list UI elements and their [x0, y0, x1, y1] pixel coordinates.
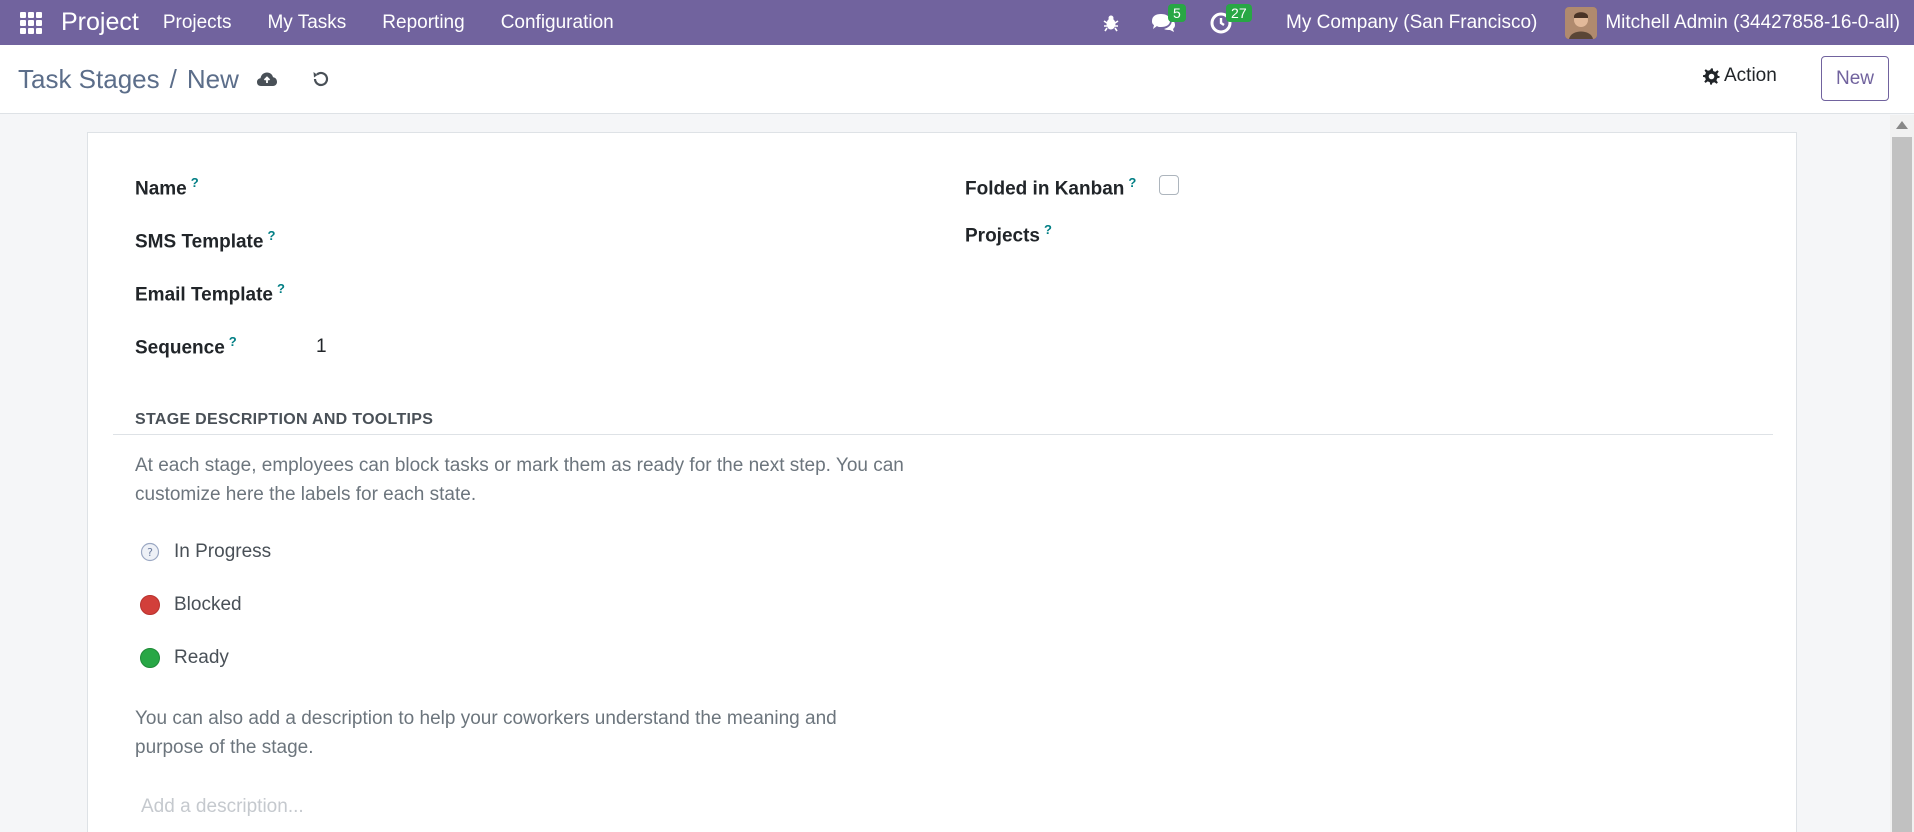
question-circle-icon: ? [140, 542, 160, 562]
green-status-dot-icon [140, 648, 160, 668]
vertical-scrollbar[interactable] [1890, 115, 1914, 832]
gear-icon [1703, 67, 1720, 85]
name-help-icon[interactable]: ? [191, 175, 199, 190]
top-navbar: Project Projects My Tasks Reporting Conf… [0, 0, 1914, 45]
activities-clock-icon[interactable]: 27 [1208, 3, 1252, 36]
red-status-dot-icon [140, 595, 160, 615]
user-menu[interactable]: Mitchell Admin (34427858-16-0-all) [1605, 12, 1900, 34]
description-editor[interactable]: Add a description... [141, 796, 304, 818]
action-label: Action [1724, 65, 1777, 86]
projects-field-label: Projects? [965, 222, 1052, 247]
messages-icon[interactable]: 5 [1150, 3, 1186, 36]
control-panel: Task Stages / New Action New [0, 45, 1914, 114]
app-brand[interactable]: Project [61, 8, 139, 37]
state-in-progress-label: In Progress [174, 541, 272, 562]
state-blocked[interactable]: Blocked [140, 594, 242, 616]
company-switcher[interactable]: My Company (San Francisco) [1286, 12, 1537, 34]
email-template-help-icon[interactable]: ? [277, 281, 285, 296]
apps-grid-icon[interactable] [20, 11, 42, 34]
user-avatar[interactable] [1565, 6, 1598, 39]
breadcrumb-parent[interactable]: Task Stages [18, 64, 160, 95]
folded-field-label: Folded in Kanban? [965, 175, 1137, 200]
sequence-input[interactable]: 1 [316, 336, 327, 358]
projects-help-icon[interactable]: ? [1044, 222, 1052, 237]
state-in-progress[interactable]: ? In Progress [140, 541, 271, 563]
form-sheet: Name? SMS Template? Email Template? Sequ… [87, 132, 1797, 832]
sms-template-help-icon[interactable]: ? [267, 228, 275, 243]
menu-reporting[interactable]: Reporting [382, 12, 464, 34]
name-field-label: Name? [135, 175, 199, 200]
state-ready[interactable]: Ready [140, 647, 229, 669]
breadcrumb-current: New [186, 64, 239, 94]
menu-configuration[interactable]: Configuration [501, 12, 614, 34]
bug-icon[interactable] [1098, 10, 1124, 36]
breadcrumb-separator: / [169, 64, 177, 94]
svg-text:?: ? [147, 546, 153, 559]
section-divider [113, 434, 1773, 435]
email-template-field-label: Email Template? [135, 281, 285, 306]
new-button[interactable]: New [1821, 56, 1889, 101]
section-title: STAGE DESCRIPTION AND TOOLTIPS [135, 411, 434, 428]
discard-undo-icon[interactable] [307, 65, 335, 93]
folded-help-icon[interactable]: ? [1128, 175, 1136, 190]
description-hint: You can also add a description to help y… [135, 708, 837, 758]
scroll-up-arrow-icon[interactable] [1896, 121, 1908, 129]
folded-checkbox[interactable] [1159, 175, 1179, 195]
save-cloud-icon[interactable] [253, 65, 281, 93]
sequence-field-label: Sequence? [135, 334, 237, 359]
action-button[interactable]: Action [1703, 65, 1777, 87]
sms-template-field-label: SMS Template? [135, 228, 276, 253]
scroll-thumb[interactable] [1892, 137, 1912, 832]
messages-badge: 5 [1168, 3, 1186, 22]
sequence-help-icon[interactable]: ? [229, 334, 237, 349]
breadcrumb: Task Stages / New [18, 64, 239, 95]
state-ready-label: Ready [174, 647, 229, 668]
state-blocked-label: Blocked [174, 594, 242, 615]
menu-my-tasks[interactable]: My Tasks [267, 12, 346, 34]
section-intro: At each stage, employees can block tasks… [135, 455, 904, 505]
activities-badge: 27 [1226, 3, 1252, 22]
menu-projects[interactable]: Projects [163, 12, 232, 34]
